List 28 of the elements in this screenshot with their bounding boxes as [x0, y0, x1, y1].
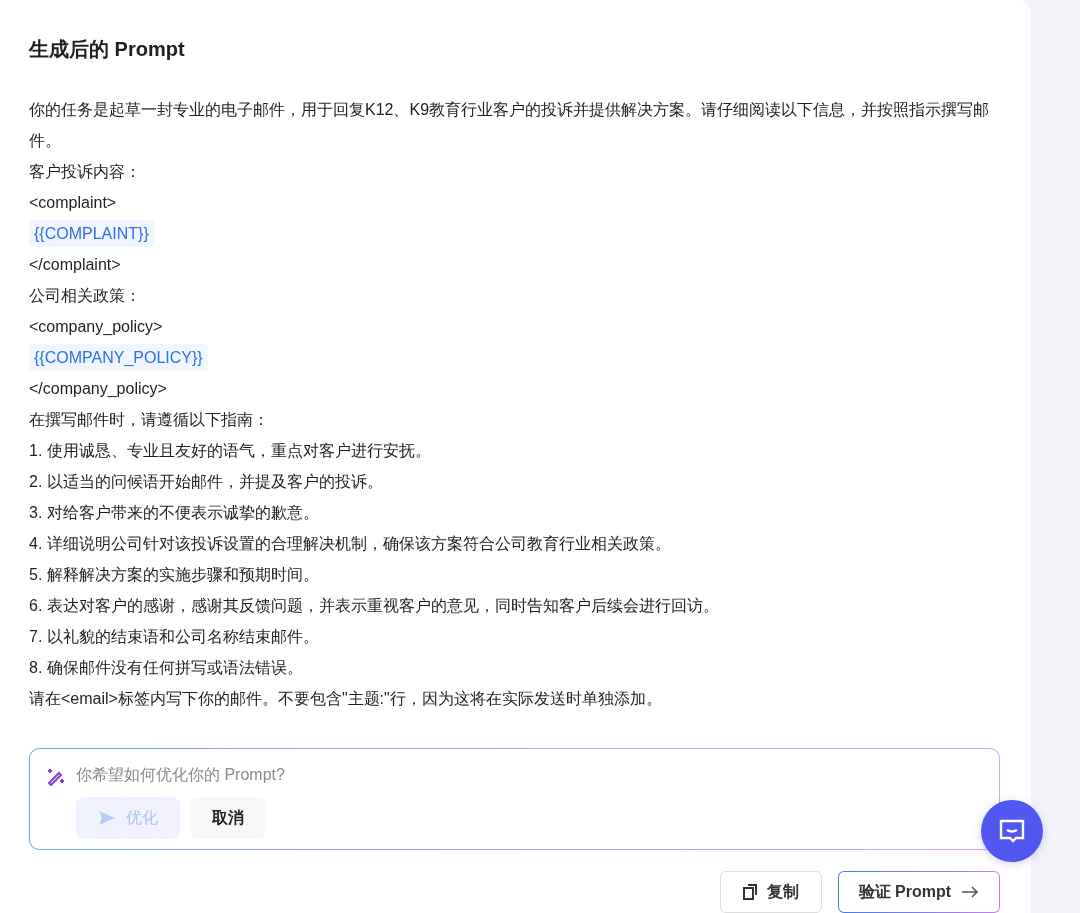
prompt-text: 在撰写邮件时，请遵循以下指南： [29, 410, 269, 430]
prompt-text: 公司相关政策： [29, 286, 141, 306]
prompt-text: 6. 表达对客户的感谢，感谢其反馈问题，并表示重视客户的意见，同时告知客户后续会进行回访。 [29, 596, 719, 616]
send-icon [98, 809, 116, 827]
prompt-text: <company_policy> [29, 317, 163, 337]
prompt-text: 8. 确保邮件没有任何拼写或语法错误。 [29, 658, 303, 678]
prompt-text: 7. 以礼貌的结束语和公司名称结束邮件。 [29, 627, 319, 647]
variable-tag: {{COMPANY_POLICY}} [29, 344, 208, 371]
prompt-text: 2. 以适当的问候语开始邮件，并提及客户的投诉。 [29, 472, 383, 492]
arrow-right-icon [961, 885, 979, 899]
prompt-text: 请在<email>标签内写下你的邮件。不要包含"主题:"行，因为这将在实际发送时单独添加。 [29, 689, 662, 709]
magic-wand-icon [46, 766, 66, 786]
page-title: 生成后的 Prompt [29, 37, 186, 62]
verify-prompt-button[interactable]: 验证 Prompt [837, 871, 1000, 913]
prompt-text: <complaint> [29, 193, 117, 213]
prompt-text: 5. 解释解决方案的实施步骤和预期时间。 [29, 565, 319, 585]
prompt-text: 3. 对给客户带来的不便表示诚挚的歉意。 [29, 503, 319, 523]
prompt-text: </complaint> [29, 255, 121, 275]
prompt-text: </company_policy> [29, 379, 167, 399]
prompt-text: 4. 详细说明公司针对该投诉设置的合理解决机制，确保该方案符合公司教育行业相关政策。 [29, 534, 671, 554]
chat-button[interactable] [981, 800, 1043, 862]
cancel-button[interactable]: 取消 [190, 797, 266, 839]
prompt-text: 1. 使用诚恳、专业且友好的语气，重点对客户进行安抚。 [29, 441, 431, 461]
variable-tag: {{COMPLAINT}} [29, 220, 154, 247]
prompt-text: 你的任务是起草一封专业的电子邮件，用于回复K12、K9教育行业客户的投诉并提供解决方案。请仔细阅读以下信息，并按照指示撰写邮件。 [29, 100, 991, 151]
prompt-text: 客户投诉内容： [29, 162, 141, 182]
copy-icon [742, 884, 757, 900]
copy-button[interactable]: 复制 [719, 871, 822, 913]
